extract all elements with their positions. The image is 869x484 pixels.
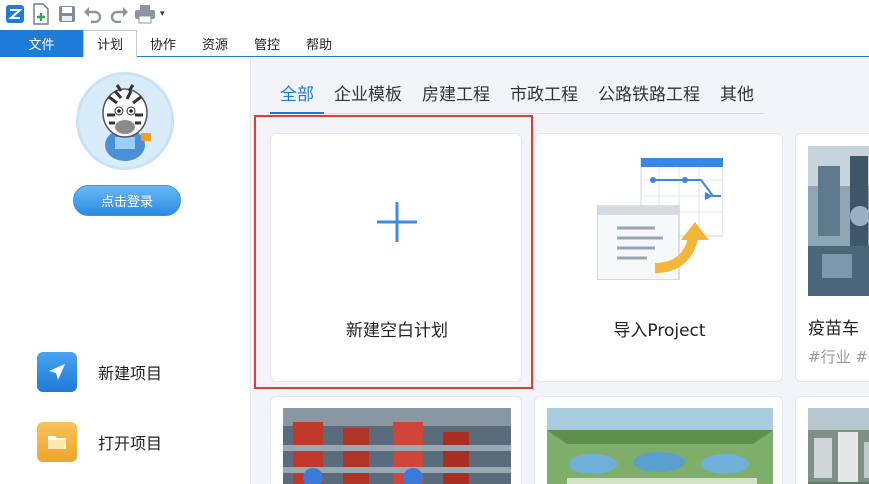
vaccine-vehicle-image [808,146,869,296]
card-title: 疫苗车 [808,319,859,339]
category-enterprise-templates[interactable]: 企业模板 [324,82,412,114]
import-project-icon [597,158,723,280]
category-building[interactable]: 房建工程 [412,82,500,114]
print-icon[interactable] [132,2,158,26]
water-plant-image [547,408,773,484]
new-project-item[interactable]: 新建项目 [37,352,162,392]
tab-resources[interactable]: 资源 [189,30,241,56]
tab-plan[interactable]: 计划 [83,30,138,57]
open-project-label: 打开项目 [98,434,163,453]
save-icon[interactable] [54,2,80,26]
open-project-item[interactable]: 打开项目 [37,422,162,462]
tab-file[interactable]: 文件 [0,30,83,56]
template-card[interactable] [270,396,522,484]
tab-help[interactable]: 帮助 [293,30,345,56]
category-highway-railway[interactable]: 公路铁路工程 [588,82,710,114]
quick-access-toolbar: ▾ [0,0,869,28]
selection-highlight [254,115,533,389]
app-window: ▾ 文件 计划 协作 资源 管控 帮助 点击登录 新建项目 打开项目 全部 企业… [0,0,869,484]
login-button[interactable]: 点击登录 [73,185,181,216]
ribbon-tabs: 文件 计划 协作 资源 管控 帮助 [0,30,869,57]
category-other[interactable]: 其他 [710,82,764,114]
redo-icon[interactable] [106,2,132,26]
template-gallery: 全部 企业模板 房建工程 市政工程 公路铁路工程 其他 新建空白计划 导入Pro… [252,58,869,484]
category-municipal[interactable]: 市政工程 [500,82,588,114]
tab-control[interactable]: 管控 [241,30,293,56]
category-tabs: 全部 企业模板 房建工程 市政工程 公路铁路工程 其他 [270,82,764,114]
pump-station-image [283,408,511,484]
category-all[interactable]: 全部 [270,82,324,114]
vaccine-vehicle-card[interactable]: 疫苗车 #行业 # [795,133,869,382]
import-project-card[interactable]: 导入Project [534,133,783,382]
new-project-label: 新建项目 [98,364,163,383]
template-card[interactable] [795,396,869,484]
template-card[interactable] [534,396,783,484]
sidebar: 点击登录 新建项目 打开项目 [0,58,251,484]
send-icon [37,352,77,392]
card-tags: #行业 # [808,348,868,366]
undo-icon[interactable] [80,2,106,26]
avatar[interactable] [76,72,174,170]
city-aerial-image [808,408,869,484]
customize-toolbar-icon[interactable]: ▾ [160,9,165,19]
app-logo-icon[interactable] [2,2,28,26]
card-title: 导入Project [613,321,706,341]
new-file-icon[interactable] [28,2,54,26]
folder-icon [37,422,77,462]
tab-collaborate[interactable]: 协作 [137,30,189,56]
